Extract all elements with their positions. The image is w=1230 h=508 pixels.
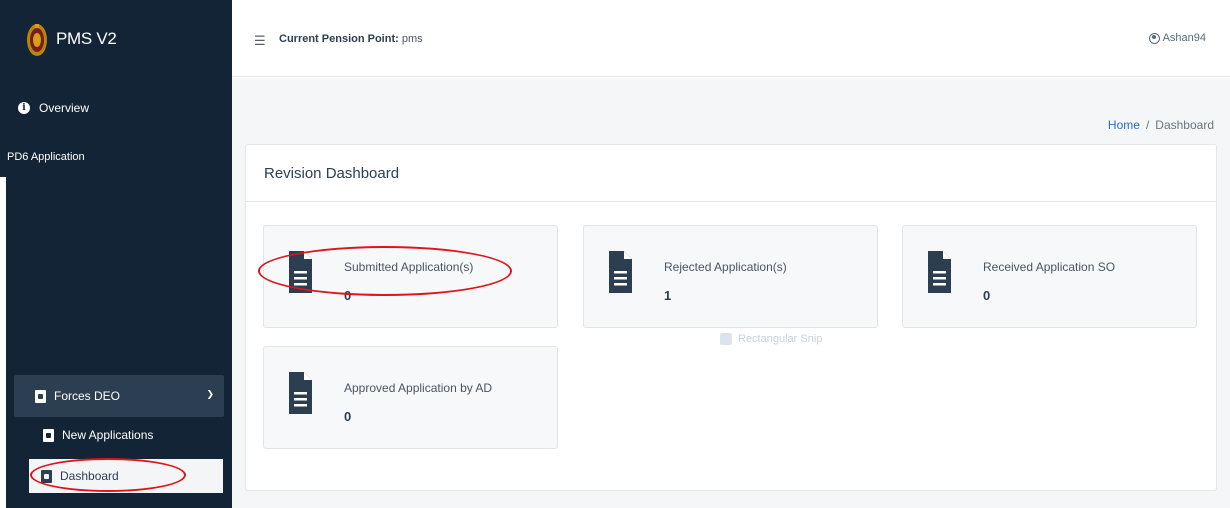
breadcrumb-separator: / bbox=[1145, 118, 1150, 132]
sidebar-item-new-applications[interactable]: New Applications bbox=[43, 428, 153, 442]
sidebar: PMS V2 i Overview PD6 Application Forces… bbox=[0, 0, 232, 508]
user-menu[interactable]: Ashan94 bbox=[1148, 32, 1206, 44]
sidebar-item-forces-deo[interactable]: Forces DEO ❯ bbox=[14, 375, 224, 417]
card-rejected-applications[interactable]: Rejected Application(s) 1 bbox=[583, 225, 878, 328]
card-received-application-so[interactable]: Received Application SO 0 bbox=[902, 225, 1197, 328]
app-title: PMS V2 bbox=[56, 29, 117, 48]
breadcrumb-current: Dashboard bbox=[1155, 118, 1214, 132]
sidebar-menu bbox=[6, 83, 232, 362]
sidebar-item-overview[interactable]: i Overview bbox=[18, 101, 89, 115]
panel-title: Revision Dashboard bbox=[246, 145, 1216, 202]
card-approved-application-by-ad[interactable]: Approved Application by AD 0 bbox=[263, 346, 558, 449]
document-icon bbox=[289, 372, 312, 414]
chevron-down-icon: ❯ bbox=[206, 389, 214, 399]
username: Ashan94 bbox=[1162, 32, 1206, 44]
contact-card-icon bbox=[43, 428, 54, 442]
brand-header[interactable]: PMS V2 bbox=[0, 0, 232, 83]
info-icon: i bbox=[18, 102, 30, 114]
annotation-ellipse-submitted bbox=[258, 246, 512, 296]
sidebar-item-label: New Applications bbox=[62, 428, 154, 442]
document-icon bbox=[928, 251, 951, 293]
sidebar-item-pd6-application[interactable]: PD6 Application bbox=[7, 151, 85, 163]
revision-dashboard-panel: Revision Dashboard Submitted Application… bbox=[245, 144, 1217, 491]
annotation-ellipse-dashboard bbox=[30, 458, 186, 492]
sidebar-item-label: Overview bbox=[39, 101, 90, 115]
sidebar-item-label: Forces DEO bbox=[54, 389, 121, 403]
breadcrumb: Home / Dashboard bbox=[1108, 118, 1214, 132]
top-bar: ☰ Current Pension Point: pms Ashan94 bbox=[232, 0, 1230, 77]
emblem-icon bbox=[27, 24, 47, 56]
card-value: 0 bbox=[983, 288, 991, 303]
pension-point-value: pms bbox=[401, 33, 423, 45]
current-pension-point: Current Pension Point: pms bbox=[279, 33, 423, 45]
user-icon bbox=[1148, 32, 1160, 44]
card-label: Approved Application by AD bbox=[344, 381, 493, 395]
snip-watermark: Rectangular Snip bbox=[720, 333, 822, 345]
watermark-text: Rectangular Snip bbox=[738, 333, 823, 345]
document-icon bbox=[609, 251, 632, 293]
snip-icon bbox=[720, 333, 732, 345]
menu-icon[interactable]: ☰ bbox=[254, 33, 266, 49]
breadcrumb-home-link[interactable]: Home bbox=[1108, 118, 1140, 132]
pension-point-label: Current Pension Point: bbox=[279, 33, 399, 45]
card-label: Rejected Application(s) bbox=[664, 260, 787, 274]
card-label: Received Application SO bbox=[983, 260, 1116, 274]
card-value: 1 bbox=[664, 288, 672, 303]
contact-card-icon bbox=[35, 389, 46, 403]
card-value: 0 bbox=[344, 409, 352, 424]
